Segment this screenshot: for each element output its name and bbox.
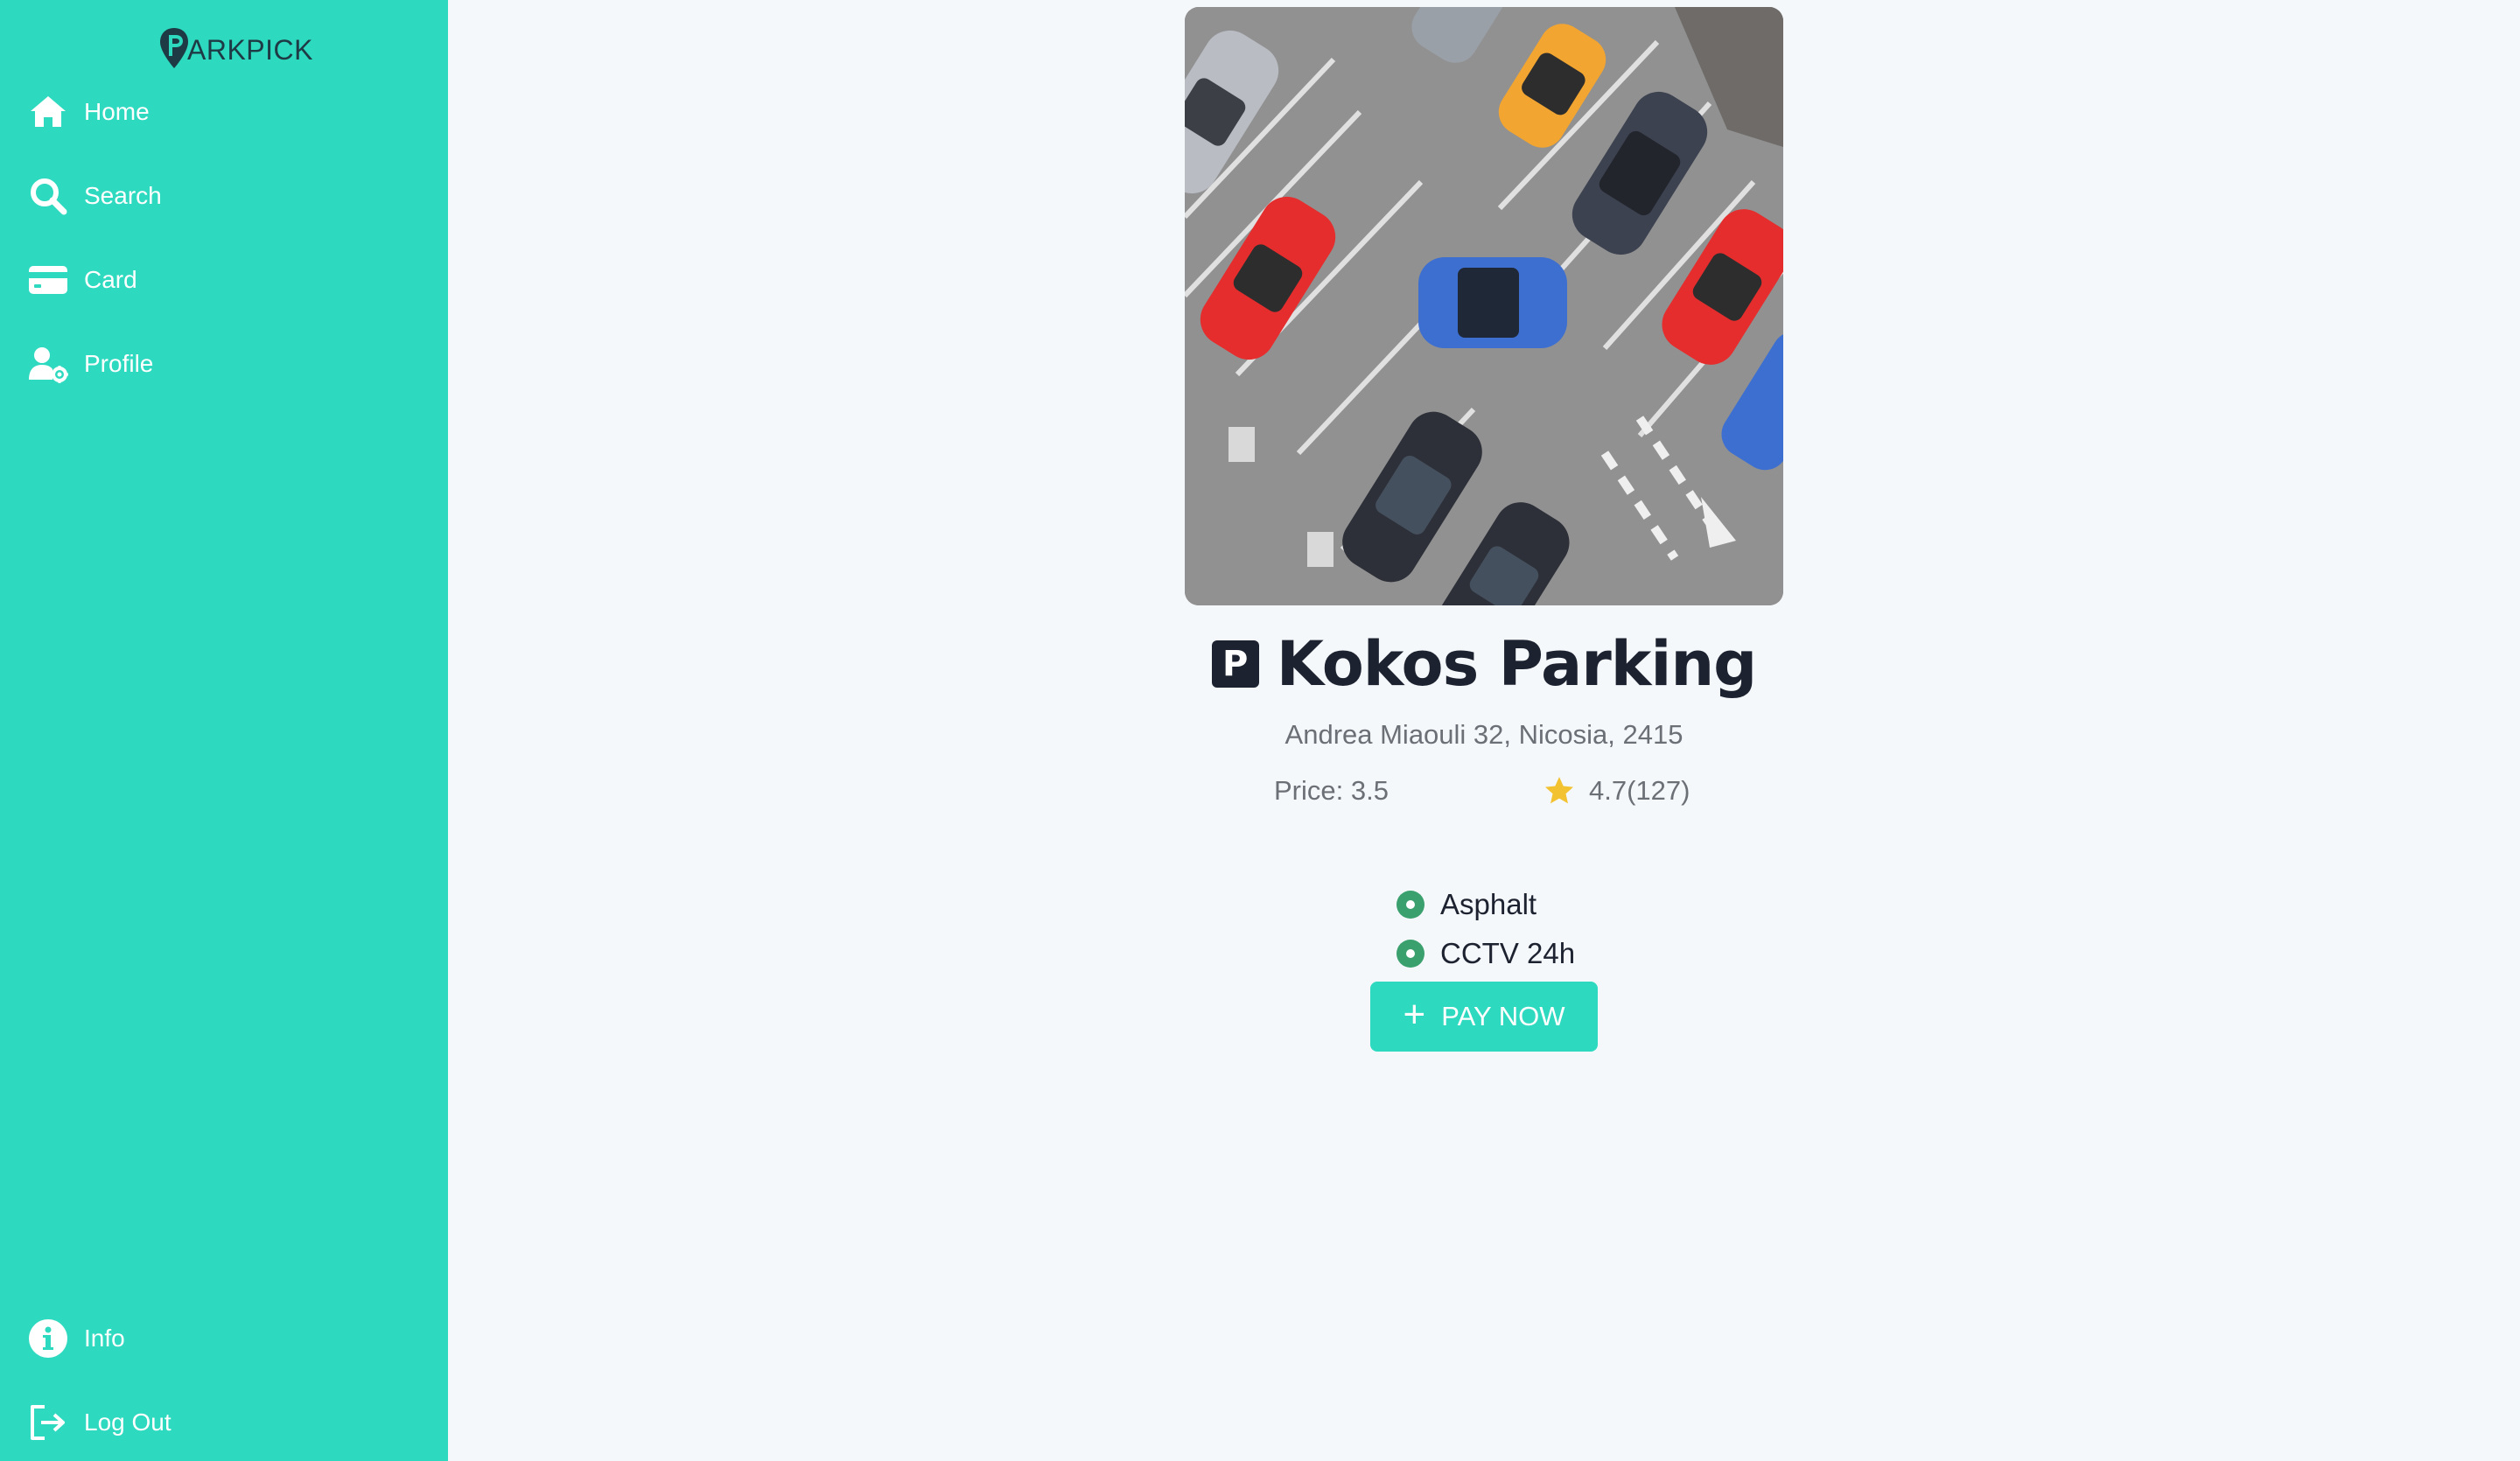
sidebar-item-label: Log Out bbox=[84, 1409, 172, 1436]
pay-now-button[interactable]: + PAY NOW bbox=[1370, 982, 1598, 1052]
info-icon bbox=[26, 1317, 70, 1360]
pay-now-label: PAY NOW bbox=[1441, 1001, 1565, 1031]
parking-title-row: P Kokos Parking bbox=[1138, 628, 1830, 700]
credit-card-icon bbox=[26, 258, 70, 302]
sidebar-item-logout[interactable]: Log Out bbox=[26, 1398, 411, 1447]
logo-text: ARKPICK bbox=[187, 34, 313, 66]
parking-name: Kokos Parking bbox=[1276, 628, 1758, 700]
parking-address: Andrea Miaouli 32, Nicosia, 2415 bbox=[1284, 719, 1684, 750]
parking-p-icon: P bbox=[1211, 640, 1259, 688]
app: ARKPICK Home Search Card Profile Info Lo… bbox=[0, 0, 2520, 1461]
sidebar-item-label: Search bbox=[84, 182, 162, 209]
sidebar-item-label: Card bbox=[84, 266, 137, 293]
feature-list: Asphalt CCTV 24h bbox=[1396, 880, 1575, 978]
parking-lot-illustration bbox=[1185, 7, 1783, 605]
sidebar-item-label: Home bbox=[84, 98, 150, 125]
plus-icon: + bbox=[1403, 993, 1426, 1036]
check-dot-icon bbox=[1396, 940, 1424, 968]
sidebar-item-info[interactable]: Info bbox=[26, 1314, 411, 1363]
logout-icon bbox=[26, 1401, 70, 1444]
home-icon bbox=[26, 90, 70, 134]
check-dot-icon bbox=[1396, 891, 1424, 919]
rating-text: 4.7(127) bbox=[1589, 775, 1690, 806]
user-settings-icon bbox=[26, 342, 70, 386]
parkpick-logo[interactable]: ARKPICK bbox=[158, 26, 313, 70]
map-pin-logo-icon bbox=[160, 28, 188, 68]
star-icon bbox=[1545, 777, 1573, 804]
sidebar-item-search[interactable]: Search bbox=[26, 171, 411, 220]
sidebar: ARKPICK Home Search Card Profile Info Lo… bbox=[0, 0, 448, 1461]
feature-label: CCTV 24h bbox=[1440, 937, 1576, 969]
feature-item: CCTV 24h bbox=[1396, 929, 1575, 978]
parking-lot-image bbox=[1185, 7, 1783, 605]
sidebar-item-label: Info bbox=[84, 1325, 125, 1352]
search-icon bbox=[26, 174, 70, 218]
sidebar-item-profile[interactable]: Profile bbox=[26, 339, 411, 388]
sidebar-item-card[interactable]: Card bbox=[26, 255, 411, 304]
parking-rating: 4.7(127) bbox=[1544, 775, 1690, 807]
feature-label: Asphalt bbox=[1440, 888, 1537, 920]
parking-price: Price: 3.5 bbox=[1274, 775, 1389, 806]
sidebar-item-label: Profile bbox=[84, 350, 154, 377]
sidebar-item-home[interactable]: Home bbox=[26, 87, 411, 136]
feature-item: Asphalt bbox=[1396, 880, 1575, 929]
